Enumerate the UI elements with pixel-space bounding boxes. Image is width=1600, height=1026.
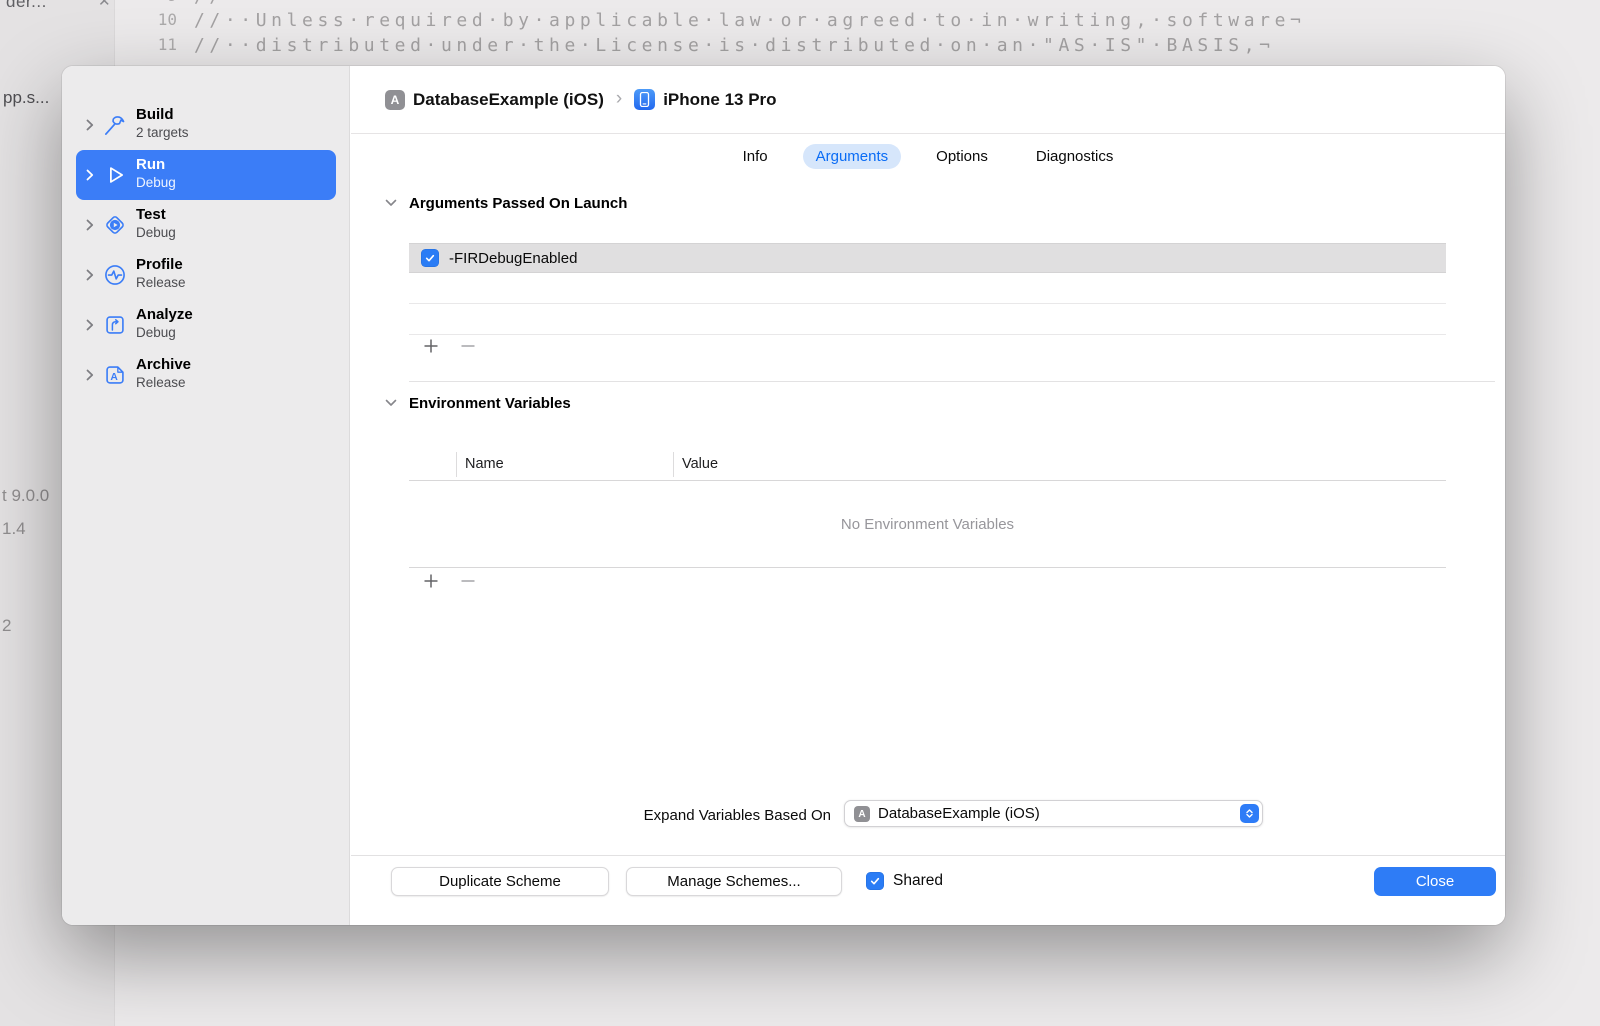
target-app-icon: A [385,89,405,110]
popup-stepper-icon [1240,804,1259,823]
chevron-right-icon[interactable] [86,219,94,231]
shared-checkbox[interactable] [866,872,884,890]
breadcrumb-chevron-icon: › [615,87,623,109]
shared-option: Shared [866,872,943,890]
add-argument-button[interactable] [422,337,440,355]
remove-argument-button[interactable] [459,337,477,355]
arguments-table: -FIRDebugEnabled [409,243,1446,335]
scheme-name[interactable]: DatabaseExample (iOS) [413,90,604,110]
add-env-variable-button[interactable] [422,572,440,590]
column-header-name: Name [465,456,504,472]
tab-diagnostics[interactable]: Diagnostics [1023,144,1127,169]
sidebar-item-profile[interactable]: Profile Release [76,250,336,300]
sidebar-item-sublabel: 2 targets [136,125,189,140]
sidebar-item-test[interactable]: Test Debug [76,200,336,250]
remove-env-variable-button[interactable] [459,572,477,590]
navigator-file-label[interactable]: pp.s... [3,88,49,108]
sidebar-item-analyze[interactable]: Analyze Debug [76,300,336,350]
chevron-right-icon[interactable] [86,269,94,281]
sidebar-item-label: Test [136,206,166,223]
breadcrumb: A DatabaseExample (iOS) › iPhone 13 Pro [385,66,777,133]
argument-checkbox[interactable] [421,249,439,267]
expand-variables-label: Expand Variables Based On [643,807,831,824]
empty-table-row [409,304,1446,335]
chevron-right-icon[interactable] [86,169,94,181]
profile-pulse-icon [105,265,125,285]
sidebar-item-sublabel: Release [136,375,186,390]
sidebar-item-label: Build [136,106,174,123]
code-line: 10 //··Unless·required·by·applicable·law… [157,10,1306,31]
popup-selected-value: DatabaseExample (iOS) [878,805,1040,822]
environment-table: Name Value No Environment Variables [409,448,1446,568]
sidebar-item-label: Archive [136,356,192,373]
device-icon [634,89,656,110]
arguments-section-title: Arguments Passed On Launch [409,195,628,212]
dialog-footer: Duplicate Scheme Manage Schemes... Share… [351,855,1505,925]
sidebar-item-archive[interactable]: A Archive Release [76,350,336,400]
sidebar-item-sublabel: Debug [136,325,176,340]
tab-bar: Info Arguments Options Diagnostics [351,133,1505,178]
column-header-value: Value [682,456,719,472]
shared-label: Shared [893,872,943,889]
sidebar-item-label: Analyze [136,306,193,323]
chevron-right-icon[interactable] [86,319,94,331]
hammer-icon [105,116,125,135]
run-play-icon [110,167,124,183]
navigator-package-version: 1.4 [2,519,26,538]
scheme-editor-dialog: Build 2 targets Run Debug Test Debug Pro… [62,66,1505,925]
environment-table-header: Name Value [409,448,1446,481]
close-button[interactable]: Close [1374,867,1496,896]
sidebar-item-sublabel: Release [136,275,186,290]
sidebar-item-sublabel: Debug [136,225,176,240]
tab-info[interactable]: Info [730,144,781,169]
disclosure-chevron-icon[interactable] [385,399,397,407]
section-divider [409,381,1495,382]
empty-table-row [409,273,1446,304]
sidebar-item-build[interactable]: Build 2 targets [76,100,336,150]
empty-state-text: No Environment Variables [840,515,1015,533]
duplicate-scheme-button[interactable]: Duplicate Scheme [391,867,609,896]
sidebar-item-run[interactable]: Run Debug [76,150,336,200]
environment-section-title: Environment Variables [409,395,571,412]
manage-schemes-button[interactable]: Manage Schemes... [626,867,842,896]
navigator-package-version: 2 [2,616,12,635]
environment-table-body: No Environment Variables [409,481,1446,568]
archive-box-icon: A [106,366,124,384]
scheme-main-pane: A DatabaseExample (iOS) › iPhone 13 Pro … [351,66,1505,925]
argument-label: -FIRDebugEnabled [449,249,578,267]
code-line: 11 //··distributed·under·the·License·is·… [157,35,1275,56]
tab-options[interactable]: Options [923,144,1001,169]
sidebar-item-label: Profile [136,256,183,273]
sidebar-item-label: Run [136,156,166,173]
chevron-right-icon[interactable] [86,119,94,131]
scheme-sidebar: Build 2 targets Run Debug Test Debug Pro… [62,66,350,925]
argument-row[interactable]: -FIRDebugEnabled [409,243,1446,273]
target-app-icon: A [854,806,870,822]
sidebar-item-sublabel: Debug [136,175,176,190]
navigator-package-version: t 9.0.0 [2,486,50,505]
disclosure-chevron-icon[interactable] [385,199,397,207]
destination-name[interactable]: iPhone 13 Pro [663,90,776,110]
expand-variables-popup[interactable]: A DatabaseExample (iOS) [844,800,1263,827]
test-diamond-icon [106,216,124,234]
chevron-right-icon[interactable] [86,369,94,381]
svg-text:A: A [110,372,118,383]
analyze-branch-icon [106,316,124,334]
tab-arguments[interactable]: Arguments [802,143,902,169]
